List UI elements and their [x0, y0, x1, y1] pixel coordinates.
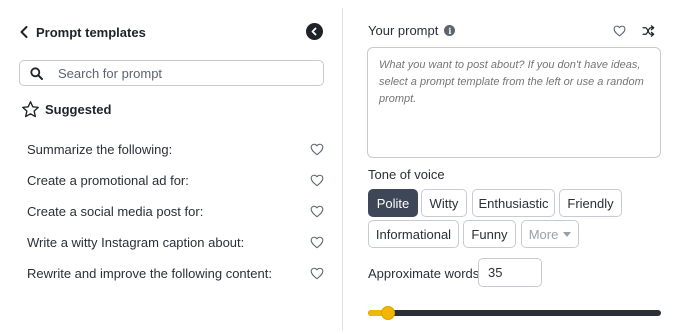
- caret-down-icon: [563, 231, 572, 237]
- word-count-slider[interactable]: [368, 306, 661, 320]
- tone-label: Tone of voice: [368, 167, 445, 182]
- shuffle-icon[interactable]: [642, 25, 655, 37]
- template-item[interactable]: Create a promotional ad for:: [0, 165, 342, 196]
- heart-icon[interactable]: [310, 174, 324, 187]
- tone-more-dropdown[interactable]: More: [521, 220, 579, 248]
- slider-track: [368, 310, 661, 316]
- template-item[interactable]: Summarize the following:: [0, 134, 342, 165]
- approximate-words-input[interactable]: [478, 258, 542, 287]
- tone-chip-funny[interactable]: Funny: [463, 220, 516, 248]
- prompt-templates-panel: Prompt templates Suggested Summarize the…: [0, 0, 342, 334]
- star-icon: [22, 101, 39, 118]
- suggested-title: Suggested: [45, 102, 112, 117]
- heart-icon[interactable]: [310, 205, 324, 218]
- prompt-label: Your prompt: [368, 23, 439, 38]
- tone-chip-enthusiastic[interactable]: Enthusiastic: [472, 189, 555, 217]
- template-label: Write a witty Instagram caption about:: [27, 235, 245, 250]
- suggested-section-header: Suggested: [21, 100, 111, 119]
- template-label: Rewrite and improve the following conten…: [27, 266, 272, 281]
- template-label: Create a social media post for:: [27, 204, 204, 219]
- prompt-editor-panel: Your prompt i Tone of voice Polite Witty…: [343, 0, 680, 334]
- prompt-label-row: Your prompt i: [368, 23, 456, 38]
- collapse-left-icon: [311, 27, 317, 36]
- template-item[interactable]: Write a witty Instagram caption about:: [0, 227, 342, 258]
- tone-chip-friendly[interactable]: Friendly: [559, 189, 622, 217]
- info-icon[interactable]: i: [444, 25, 456, 36]
- collapse-panel-button[interactable]: [306, 23, 323, 40]
- approximate-words-label: Approximate words: [368, 266, 480, 281]
- template-search-input[interactable]: [58, 65, 298, 81]
- heart-icon[interactable]: [310, 236, 324, 249]
- chevron-left-icon: [20, 26, 28, 38]
- tone-chip-witty[interactable]: Witty: [421, 189, 467, 217]
- back-button[interactable]: [20, 23, 34, 41]
- search-icon: [29, 66, 43, 80]
- templates-header: Prompt templates: [20, 22, 323, 42]
- template-search-box[interactable]: [19, 60, 324, 86]
- slider-thumb[interactable]: [380, 306, 395, 320]
- favorite-prompt-heart-icon[interactable]: [613, 25, 626, 37]
- heart-icon[interactable]: [310, 267, 324, 280]
- templates-title: Prompt templates: [36, 24, 146, 40]
- tone-chip-informational[interactable]: Informational: [368, 220, 459, 248]
- more-label: More: [528, 226, 559, 242]
- template-label: Summarize the following:: [27, 142, 173, 157]
- heart-icon[interactable]: [310, 143, 324, 156]
- tone-chip-polite[interactable]: Polite: [368, 189, 418, 217]
- template-item[interactable]: Rewrite and improve the following conten…: [0, 258, 342, 289]
- template-label: Create a promotional ad for:: [27, 173, 189, 188]
- prompt-textarea[interactable]: [367, 47, 661, 158]
- template-item[interactable]: Create a social media post for:: [0, 196, 342, 227]
